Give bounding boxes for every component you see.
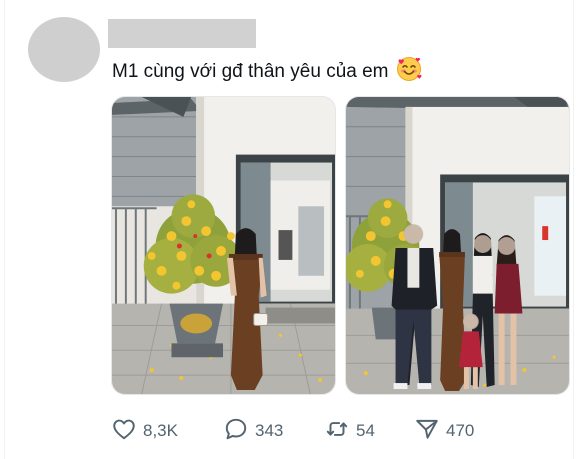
smiling-face-with-hearts-icon (396, 56, 422, 90)
heart-icon (111, 416, 137, 447)
avatar[interactable] (28, 17, 100, 82)
reply-button[interactable]: 343 (223, 416, 283, 446)
share-count: 470 (446, 421, 475, 440)
photo-woman-brown-dress[interactable] (111, 96, 336, 395)
like-button[interactable]: 8,3K (111, 416, 178, 446)
share-button[interactable]: 470 (414, 416, 474, 446)
like-count: 8,3K (143, 421, 178, 440)
speech-bubble-icon (223, 416, 249, 447)
retweet-button[interactable]: 54 (324, 416, 375, 446)
post-text-content: M1 cùng với gđ thân yêu của em (112, 61, 389, 82)
reply-count: 343 (255, 421, 284, 440)
post-text: M1 cùng với gđ thân yêu của em (112, 56, 422, 90)
timeline-divider-right (573, 0, 574, 459)
post-actions-bar: 8,3K 343 54 470 (111, 416, 531, 446)
retweet-arrows-icon (324, 416, 350, 447)
photo-family-group[interactable] (345, 96, 570, 395)
retweet-count: 54 (356, 421, 375, 440)
timeline-divider-left (4, 0, 5, 459)
redacted-username (108, 19, 256, 48)
paper-plane-icon (414, 416, 440, 447)
